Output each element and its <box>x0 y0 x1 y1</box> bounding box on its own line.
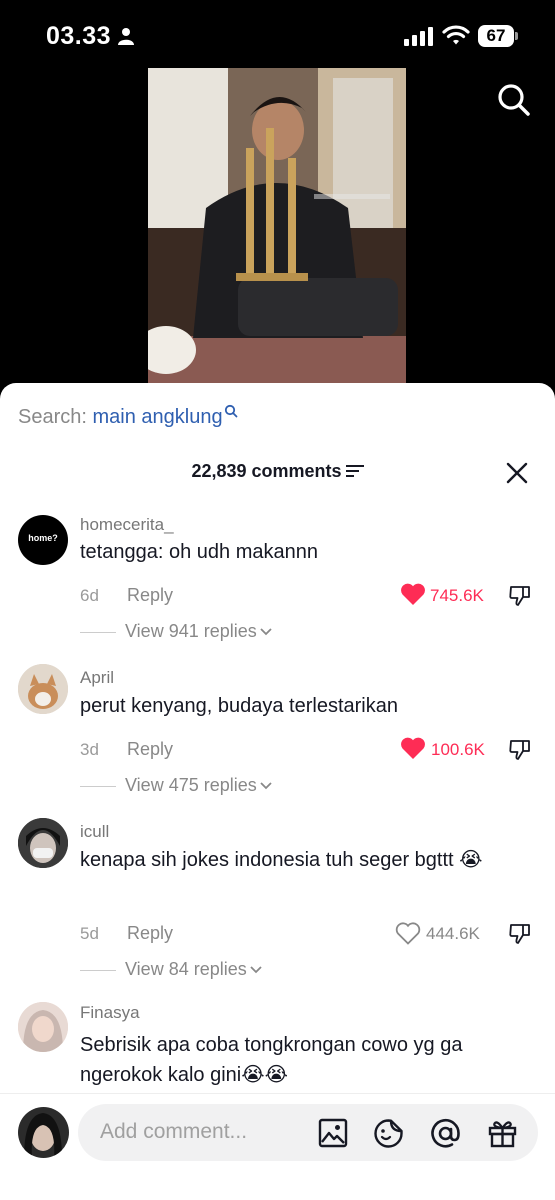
comment-text: Sebrisik apa coba tongkrongan cowo yg ga… <box>80 1034 463 1086</box>
divider-line <box>80 785 116 787</box>
like-count: 100.6K <box>431 740 485 759</box>
dislike-icon[interactable] <box>508 921 532 945</box>
comments-sheet: Search: main angklung 22,839 comments ho… <box>0 383 555 1200</box>
filter-icon[interactable] <box>345 464 364 478</box>
avatar-logo-text: home? <box>28 533 58 543</box>
video-player[interactable] <box>148 68 406 388</box>
wifi-icon <box>442 25 470 45</box>
video-frame <box>148 68 406 388</box>
comment-age: 5d <box>80 924 99 943</box>
battery-indicator: 67 <box>478 25 514 47</box>
avatar[interactable] <box>18 1002 68 1052</box>
search-icon <box>224 404 237 418</box>
status-time: 03.33 <box>46 22 112 50</box>
avatar[interactable] <box>18 818 68 868</box>
user-avatar-image <box>18 1002 68 1052</box>
search-keyword[interactable]: main angklung <box>93 406 223 428</box>
comment-item: home? homecerita_ tetangga: oh udh makan… <box>0 510 555 655</box>
divider-line <box>80 969 116 971</box>
image-icon[interactable] <box>318 1118 348 1148</box>
heart-icon[interactable] <box>400 583 426 606</box>
search-label: Search: <box>18 406 87 428</box>
person-icon <box>118 28 134 45</box>
comment-text: perut kenyang, budaya terlestarikan <box>80 695 398 717</box>
dislike-icon[interactable] <box>508 583 532 607</box>
signal-icon <box>404 27 433 46</box>
comment-input-pill <box>78 1104 538 1161</box>
comment-item: icull kenapa sih jokes indonesia tuh seg… <box>0 818 555 993</box>
heart-icon[interactable] <box>400 737 426 760</box>
comment-age: 3d <box>80 740 99 759</box>
dislike-icon[interactable] <box>508 737 532 761</box>
close-icon[interactable] <box>505 461 529 485</box>
comment-item: April perut kenyang, budaya terlestarika… <box>0 664 555 809</box>
search-suggestion[interactable]: Search: main angklung <box>18 404 238 429</box>
mention-icon[interactable] <box>430 1118 461 1149</box>
comment-text: kenapa sih jokes indonesia tuh seger bgt… <box>80 849 483 871</box>
search-icon[interactable] <box>496 82 532 118</box>
reply-button[interactable]: Reply <box>127 739 173 760</box>
comment-composer <box>0 1093 555 1200</box>
view-replies-label: View 941 replies <box>125 621 257 641</box>
reply-button[interactable]: Reply <box>127 923 173 944</box>
view-replies-button[interactable]: View 475 replies <box>80 775 273 796</box>
comment-username[interactable]: Finasya <box>80 1003 140 1023</box>
like-count: 745.6K <box>430 586 484 605</box>
emoji-icon[interactable] <box>373 1118 404 1149</box>
cat-avatar-image <box>18 664 68 714</box>
comment-item: Finasya Sebrisik apa coba tongkrongan co… <box>0 1002 555 1102</box>
divider-line <box>80 631 116 633</box>
chevron-down-icon <box>250 966 262 974</box>
view-replies-button[interactable]: View 941 replies <box>80 621 273 642</box>
chevron-down-icon <box>260 628 272 636</box>
user-avatar-image <box>18 818 68 868</box>
comment-username[interactable]: April <box>80 668 114 688</box>
like-count: 444.6K <box>426 924 480 943</box>
view-replies-label: View 475 replies <box>125 775 257 795</box>
view-replies-label: View 84 replies <box>125 959 247 979</box>
status-bar: 03.33 67 <box>0 0 555 70</box>
comments-count-header[interactable]: 22,839 comments <box>0 461 555 482</box>
chevron-down-icon <box>260 782 272 790</box>
heart-icon[interactable] <box>395 922 421 945</box>
avatar[interactable] <box>18 1107 69 1158</box>
comment-age: 6d <box>80 586 99 605</box>
comment-username[interactable]: icull <box>80 822 109 842</box>
avatar[interactable]: home? <box>18 515 68 565</box>
battery-tip <box>515 32 518 40</box>
reply-button[interactable]: Reply <box>127 585 173 606</box>
avatar[interactable] <box>18 664 68 714</box>
my-avatar-image <box>18 1107 69 1158</box>
view-replies-button[interactable]: View 84 replies <box>80 959 263 980</box>
comment-username[interactable]: homecerita_ <box>80 515 174 535</box>
comment-input[interactable] <box>100 1118 290 1146</box>
gift-icon[interactable] <box>487 1118 518 1149</box>
comments-count: 22,839 comments <box>191 461 342 481</box>
comment-text: tetangga: oh udh makannn <box>80 541 318 563</box>
